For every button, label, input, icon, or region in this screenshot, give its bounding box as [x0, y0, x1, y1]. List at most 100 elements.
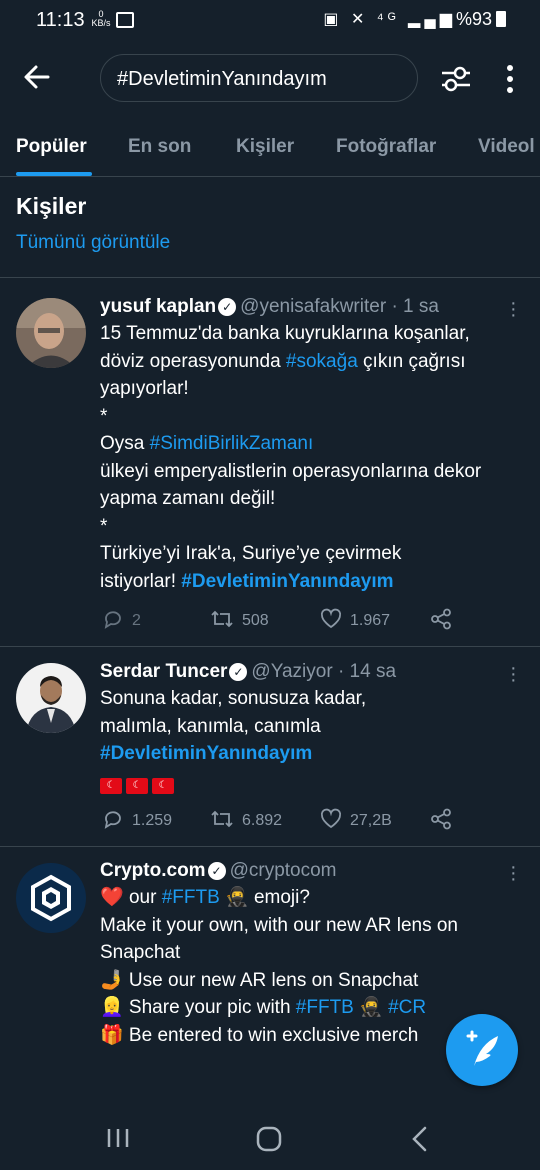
compose-tweet-button[interactable] [446, 1014, 518, 1086]
tab-videos[interactable]: Videol [478, 136, 535, 158]
tweet-menu-icon[interactable]: · · · [510, 857, 517, 889]
tweet-text-segment: Make it your own, with our new AR lens o… [100, 914, 459, 936]
tweet-time: · 1 sa [391, 296, 439, 317]
verified-badge-icon: ✓ [218, 298, 237, 316]
tab-photos[interactable]: Fotoğraflar [336, 136, 436, 158]
reply-count: 2 [132, 612, 141, 629]
tweet-text-segment: ❤️ [100, 887, 129, 908]
home-icon[interactable] [256, 1126, 282, 1152]
tab-popular[interactable]: Popüler [16, 136, 87, 158]
tweet-text-line: Make it your own, with our new AR lens o… [100, 912, 530, 940]
tweet-time: · 14 sa [337, 661, 397, 682]
tweet-text-segment: istiyorlar! [100, 570, 182, 592]
more-options-icon[interactable] [504, 64, 516, 94]
tweet-text-segment: döviz operasyonunda [100, 350, 286, 372]
tweet-text-line: Türkiye’yi Irak'a, Suriye’ye çevirmek [100, 540, 530, 568]
retweet-button[interactable]: 6.892 [210, 808, 282, 830]
divider [0, 277, 540, 278]
tab-latest[interactable]: En son [128, 136, 191, 158]
tweet-actions: 2 508 1.967 [100, 608, 460, 632]
people-section-title: Kişiler [16, 193, 87, 219]
share-button[interactable] [430, 808, 460, 830]
reply-button[interactable]: 1.259 [102, 808, 172, 830]
tweet-text-segment: our [128, 887, 162, 908]
turkey-flag-icon: ☾ [126, 778, 148, 794]
tweet-author-name[interactable]: yusuf kaplan [100, 296, 216, 317]
turkey-flag-icon: ☾ [152, 778, 174, 794]
tweet-text-line: * [100, 513, 530, 541]
tweet-text-line: döviz operasyonunda #sokağa çıkın çağrıs… [100, 348, 530, 376]
tweet-text-segment: 🥷 [353, 997, 389, 1018]
hashtag-link[interactable]: #DevletiminYanındayım [100, 743, 312, 764]
back-nav-icon[interactable] [410, 1126, 430, 1152]
like-count: 27,2B [350, 812, 392, 829]
tweet-text-line: yapma zamanı değil! [100, 485, 530, 513]
reply-count: 1.259 [132, 812, 173, 829]
tweet-menu-icon[interactable]: · · · [510, 293, 517, 325]
tweet-text-segment: çıkın çağrısı [357, 350, 466, 372]
tweet-author-handle[interactable]: @Yaziyor [251, 661, 332, 682]
search-tabs: Popüler En son Kişiler Fotoğraflar Video… [0, 124, 540, 177]
tweet-text-line: * [100, 403, 530, 431]
hashtag-link[interactable]: #SimdiBirlikZamanı [150, 433, 314, 454]
search-input[interactable]: #DevletiminYanındayım [100, 54, 418, 102]
tweet-actions: 1.259 6.892 27,2B [100, 808, 460, 832]
gallery-notification-icon [116, 12, 134, 28]
tweet-text-segment: Türkiye’yi Irak'a, Suriye’ye çevirmek [100, 543, 402, 564]
tweet-author-handle[interactable]: @yenisafakwriter [240, 296, 386, 317]
hashtag-link[interactable]: #CR [388, 997, 426, 1018]
tweet-text: Sonuna kadar, sonusuza kadar, malımla, ka… [100, 685, 530, 768]
tweet-header: Crypto.com ✓ @cryptocom [100, 860, 337, 882]
tweet-text-line: #DevletiminYanındayım [100, 740, 530, 768]
network-speed: 0 KB/s [91, 9, 111, 28]
tweet-text-line: Oysa #SimdiBirlikZamanı [100, 430, 530, 458]
heart-icon [320, 608, 342, 629]
tweet-header: yusuf kaplan ✓ @yenisafakwriter · 1 sa [100, 296, 439, 318]
tweet-text-segment: 15 Temmuz'da banka kuyruklarına koşanlar… [100, 323, 470, 344]
hashtag-link[interactable]: #FFTB [296, 997, 354, 1018]
avatar[interactable] [16, 298, 86, 368]
tweet-text-line: malımla, kanımla, canımla [100, 713, 530, 741]
tweet-menu-icon[interactable]: · · · [510, 658, 517, 690]
tweet-text-segment: 🎁 Be entered to win exclusive merch [100, 1024, 419, 1046]
hashtag-link[interactable]: #FFTB [162, 887, 220, 908]
system-navigation-bar [0, 1110, 540, 1170]
retweet-button[interactable]: 508 [210, 608, 269, 630]
verified-badge-icon: ✓ [229, 663, 248, 681]
like-count: 1.967 [350, 612, 391, 629]
tweet-text-line: ülkeyi emperyalistlerin operasyonlarına … [100, 458, 530, 486]
tweet-author-name[interactable]: Serdar Tuncer [100, 661, 227, 682]
share-button[interactable] [430, 608, 460, 630]
like-button[interactable]: 1.967 [320, 608, 390, 630]
system-status-icons: ▣ ✕ ⁴ᴳ ▂▄▆ [323, 11, 456, 28]
avatar[interactable] [16, 663, 86, 733]
verified-badge-icon: ✓ [207, 862, 226, 880]
back-arrow-icon[interactable] [22, 62, 52, 92]
tweet-text-segment: * [100, 405, 108, 427]
avatar[interactable] [16, 863, 86, 933]
tweet-text-line: 15 Temmuz'da banka kuyruklarına koşanlar… [100, 320, 530, 348]
view-all-link[interactable]: Tümünü görüntüle [16, 232, 170, 254]
hashtag-link[interactable]: #sokağa [286, 351, 358, 372]
tweet-author-name[interactable]: Crypto.com [100, 860, 206, 881]
status-bar: 11:13 0 KB/s ▣ ✕ ⁴ᴳ ▂▄▆ %93 [0, 0, 540, 40]
recent-apps-icon[interactable] [106, 1126, 130, 1150]
tweet-text-segment: Snapchat [100, 942, 181, 963]
active-tab-indicator [16, 172, 92, 176]
tweet-author-handle[interactable]: @cryptocom [230, 860, 337, 881]
tab-people[interactable]: Kişiler [236, 136, 294, 158]
reply-button[interactable]: 2 [102, 608, 141, 630]
share-icon [431, 608, 451, 630]
like-button[interactable]: 27,2B [320, 808, 392, 830]
battery-icon [496, 11, 506, 27]
tweet-text-segment: 🤳 Use our new AR lens on Snapchat [100, 969, 419, 991]
search-query: #DevletiminYanındayım [117, 68, 327, 90]
tweet-text-line: 🤳 Use our new AR lens on Snapchat [100, 967, 530, 995]
search-filter-icon[interactable] [440, 64, 472, 94]
retweet-icon [211, 610, 233, 628]
hashtag-link[interactable]: #DevletiminYanındayım [181, 571, 393, 592]
divider [0, 646, 540, 647]
tweet-text-segment: ülkeyi emperyalistlerin operasyonlarına … [100, 460, 482, 482]
tweet-text-line: yapıyorlar! [100, 375, 530, 403]
divider [0, 846, 540, 847]
